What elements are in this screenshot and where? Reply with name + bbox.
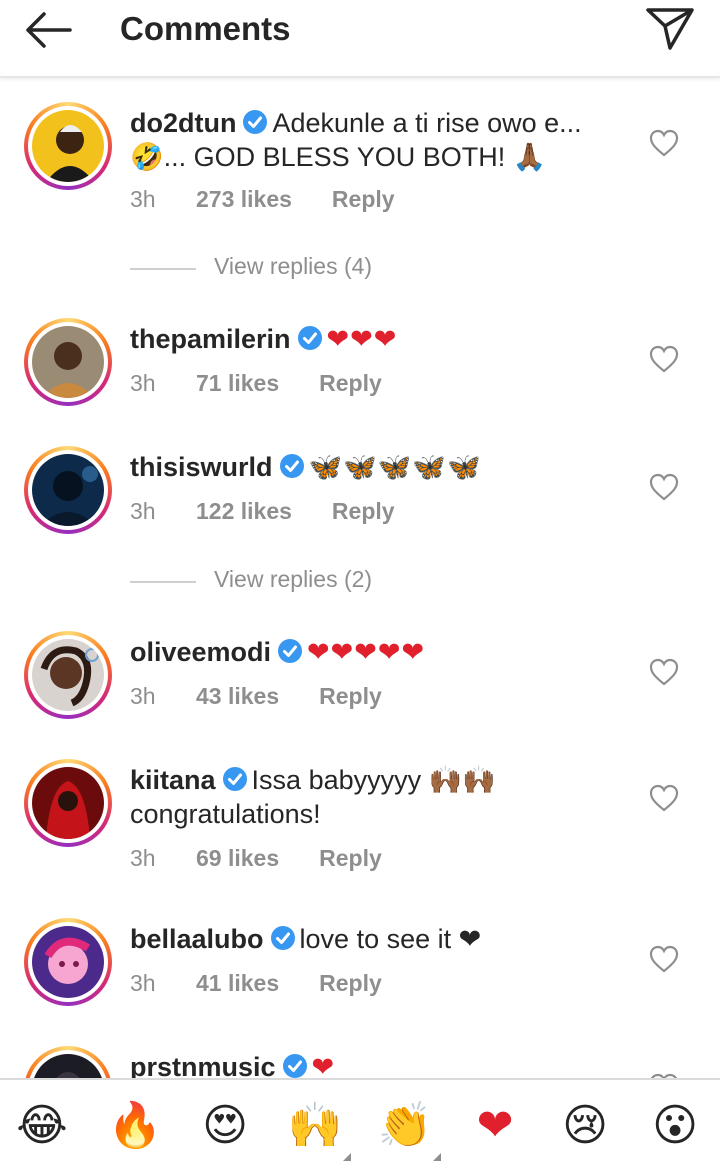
- crying-emoji-button[interactable]: 😢: [557, 1098, 613, 1154]
- avatar-image: [32, 639, 104, 711]
- comment-likes[interactable]: 273 likes: [196, 186, 292, 213]
- surprised-emoji-button[interactable]: 😮: [647, 1098, 703, 1154]
- comment-username[interactable]: thisiswurld: [130, 452, 273, 482]
- comment-text: do2dtun Adekunle a ti rise owo e... 🤣... …: [130, 106, 630, 174]
- heart-outline-icon[interactable]: [648, 344, 680, 374]
- comment-username[interactable]: oliveemodi: [130, 637, 271, 667]
- comment-time: 3h: [130, 498, 156, 524]
- comment-likes[interactable]: 122 likes: [196, 498, 292, 525]
- comment-likes[interactable]: 71 likes: [196, 370, 279, 397]
- comment-username[interactable]: kiitana: [130, 765, 216, 795]
- reply-button[interactable]: Reply: [319, 970, 382, 997]
- comment-likes[interactable]: 69 likes: [196, 845, 279, 872]
- view-replies-link[interactable]: View replies (2): [130, 566, 530, 596]
- reply-button[interactable]: Reply: [332, 186, 395, 213]
- comment-body-continued: 🤣... GOD BLESS YOU BOTH! 🙏🏾: [130, 142, 547, 172]
- comment-likes[interactable]: 43 likes: [196, 683, 279, 710]
- comment-meta: 3h 69 likes Reply: [130, 845, 382, 872]
- comment-username[interactable]: prstnmusic: [130, 1052, 276, 1078]
- heart-outline-icon[interactable]: [648, 128, 680, 158]
- avatar[interactable]: [24, 318, 112, 406]
- comment-text: oliveemodi ❤❤❤❤❤: [130, 635, 630, 669]
- comment-body: Adekunle a ti rise owo e...: [272, 108, 582, 138]
- skin-tone-indicator-icon: [433, 1153, 441, 1161]
- heart-outline-icon[interactable]: [648, 472, 680, 502]
- comment-meta: 3h 273 likes Reply: [130, 186, 395, 213]
- avatar[interactable]: [24, 918, 112, 1006]
- reply-button[interactable]: Reply: [319, 370, 382, 397]
- tears-of-joy-emoji-button[interactable]: 😂: [14, 1098, 70, 1154]
- reply-button[interactable]: Reply: [319, 683, 382, 710]
- comment-time: 3h: [130, 970, 156, 996]
- heart-eyes-emoji-button[interactable]: 😍: [197, 1098, 253, 1154]
- comment-body: ❤❤❤❤❤: [307, 637, 426, 667]
- top-bar: Comments: [0, 0, 720, 78]
- verified-badge-icon: [270, 926, 295, 950]
- avatar-image: [32, 926, 104, 998]
- fire-emoji-button[interactable]: 🔥: [107, 1098, 163, 1154]
- emoji-reaction-bar: 😂 🔥 😍 🙌 👏 ❤ 😢 😮: [0, 1078, 720, 1161]
- avatar-image: [32, 326, 104, 398]
- divider: [130, 268, 196, 270]
- verified-badge-icon: [279, 454, 304, 478]
- heart-outline-icon[interactable]: [648, 944, 680, 974]
- avatar[interactable]: [24, 631, 112, 719]
- paper-plane-icon[interactable]: [644, 6, 696, 52]
- raised-hands-emoji-button[interactable]: 🙌: [287, 1098, 343, 1154]
- divider: [130, 581, 196, 583]
- comment-text: prstnmusic ❤: [130, 1050, 630, 1078]
- avatar[interactable]: [24, 446, 112, 534]
- comment-text: thisiswurld 🦋🦋🦋🦋🦋: [130, 450, 630, 484]
- comment-text: thepamilerin ❤❤❤: [130, 322, 630, 356]
- comment-body: love to see it ❤: [299, 924, 482, 954]
- verified-badge-icon: [278, 639, 303, 663]
- comment-time: 3h: [130, 186, 156, 212]
- comment-text: kiitana Issa babyyyyy 🙌🏾🙌🏾 congratulation…: [130, 763, 630, 831]
- avatar-image: [32, 1054, 104, 1078]
- verified-badge-icon: [282, 1054, 307, 1078]
- comment-meta: 3h 122 likes Reply: [130, 498, 395, 525]
- page-title: Comments: [120, 10, 291, 47]
- comment-time: 3h: [130, 370, 156, 396]
- comment-username[interactable]: do2dtun: [130, 108, 236, 138]
- avatar-image: [32, 110, 104, 182]
- heart-outline-icon[interactable]: [648, 657, 680, 687]
- reply-button[interactable]: Reply: [319, 845, 382, 872]
- comment-body: ❤❤❤: [326, 324, 398, 354]
- avatar[interactable]: [24, 102, 112, 190]
- view-replies-link[interactable]: View replies (4): [130, 253, 530, 283]
- skin-tone-indicator-icon: [343, 1153, 351, 1161]
- avatar-image: [32, 767, 104, 839]
- comment-meta: 3h 41 likes Reply: [130, 970, 382, 997]
- clapping-emoji-button[interactable]: 👏: [377, 1098, 433, 1154]
- red-heart-emoji-button[interactable]: ❤: [467, 1098, 523, 1154]
- view-replies-label: View replies (4): [214, 253, 373, 279]
- view-replies-label: View replies (2): [214, 566, 373, 592]
- comment-text: bellaalubo love to see it ❤: [130, 922, 630, 956]
- comment-time: 3h: [130, 845, 156, 871]
- comment-body: Issa babyyyyy 🙌🏾🙌🏾: [251, 765, 496, 795]
- verified-badge-icon: [297, 326, 322, 350]
- comment-body-continued: congratulations!: [130, 799, 321, 829]
- avatar-image: [32, 454, 104, 526]
- verified-badge-icon: [243, 110, 268, 134]
- comment-body: ❤: [311, 1052, 335, 1078]
- comment-list[interactable]: do2dtun Adekunle a ti rise owo e... 🤣... …: [0, 80, 720, 1078]
- arrow-left-icon[interactable]: [20, 8, 76, 52]
- comment-meta: 3h 71 likes Reply: [130, 370, 382, 397]
- reply-button[interactable]: Reply: [332, 498, 395, 525]
- avatar[interactable]: [24, 759, 112, 847]
- comment-username[interactable]: bellaalubo: [130, 924, 264, 954]
- verified-badge-icon: [222, 767, 247, 791]
- comment-time: 3h: [130, 683, 156, 709]
- heart-outline-icon[interactable]: [648, 783, 680, 813]
- comment-body: 🦋🦋🦋🦋🦋: [308, 452, 482, 482]
- comment-meta: 3h 43 likes Reply: [130, 683, 382, 710]
- comment-likes[interactable]: 41 likes: [196, 970, 279, 997]
- comment-username[interactable]: thepamilerin: [130, 324, 291, 354]
- avatar[interactable]: [24, 1046, 112, 1078]
